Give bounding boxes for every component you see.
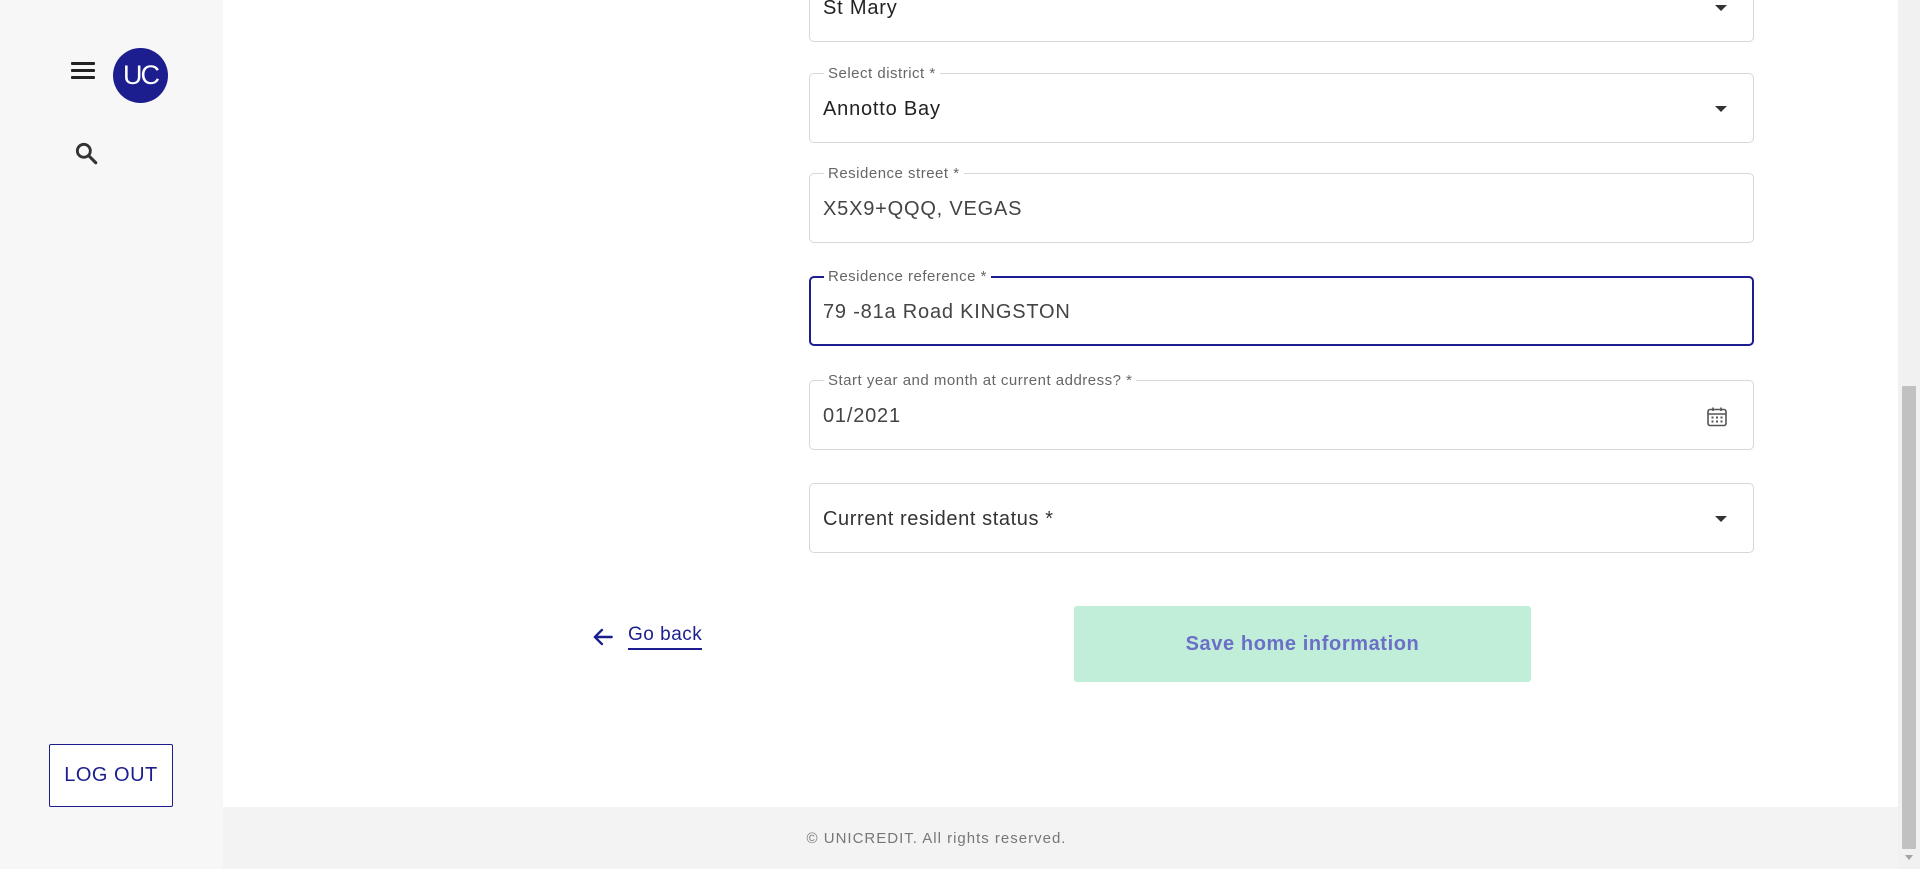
sidebar: UC LOG OUT — [0, 0, 223, 869]
residence-street-value: X5X9+QQQ, VEGAS — [823, 198, 1023, 220]
main-content: St Mary Select district * Annotto Bay Re… — [223, 0, 1898, 869]
parish-select[interactable]: St Mary — [809, 0, 1754, 42]
search-icon[interactable] — [73, 140, 99, 166]
residence-street-label: Residence street * — [824, 165, 964, 182]
resident-status-select[interactable]: Current resident status * — [809, 483, 1754, 553]
footer: © UNICREDIT. All rights reserved. — [223, 807, 1898, 869]
logout-button[interactable]: LOG OUT — [49, 744, 173, 807]
district-value: Annotto Bay — [823, 98, 941, 120]
start-date-value: 01/2021 — [823, 405, 901, 427]
residence-reference-value: 79 -81a Road KINGSTON — [823, 301, 1071, 323]
avatar[interactable]: UC — [113, 48, 168, 103]
district-select[interactable]: Select district * Annotto Bay — [809, 65, 1754, 143]
residence-reference-label: Residence reference * — [824, 268, 991, 285]
calendar-icon[interactable] — [1705, 405, 1729, 429]
scrollbar-thumb[interactable] — [1902, 386, 1916, 849]
scroll-down-arrow-icon[interactable] — [1905, 855, 1913, 860]
start-date-label: Start year and month at current address?… — [824, 372, 1137, 389]
save-home-information-button[interactable]: Save home information — [1074, 606, 1531, 682]
chevron-down-icon[interactable] — [1715, 5, 1727, 11]
parish-value: St Mary — [823, 0, 898, 19]
copyright-text: © UNICREDIT. All rights reserved. — [806, 829, 1067, 847]
resident-status-placeholder: Current resident status * — [823, 508, 1054, 530]
arrow-left-icon — [593, 628, 613, 646]
go-back-link[interactable]: Go back — [590, 624, 703, 650]
residence-reference-input[interactable]: Residence reference * 79 -81a Road KINGS… — [809, 268, 1754, 346]
district-label: Select district * — [824, 65, 940, 82]
go-back-label: Go back — [628, 624, 703, 650]
scrollbar[interactable] — [1898, 0, 1920, 869]
chevron-down-icon[interactable] — [1715, 106, 1727, 112]
start-date-input[interactable]: Start year and month at current address?… — [809, 372, 1754, 450]
menu-icon[interactable] — [70, 62, 96, 86]
residence-street-input[interactable]: Residence street * X5X9+QQQ, VEGAS — [809, 165, 1754, 243]
chevron-down-icon[interactable] — [1715, 516, 1727, 522]
